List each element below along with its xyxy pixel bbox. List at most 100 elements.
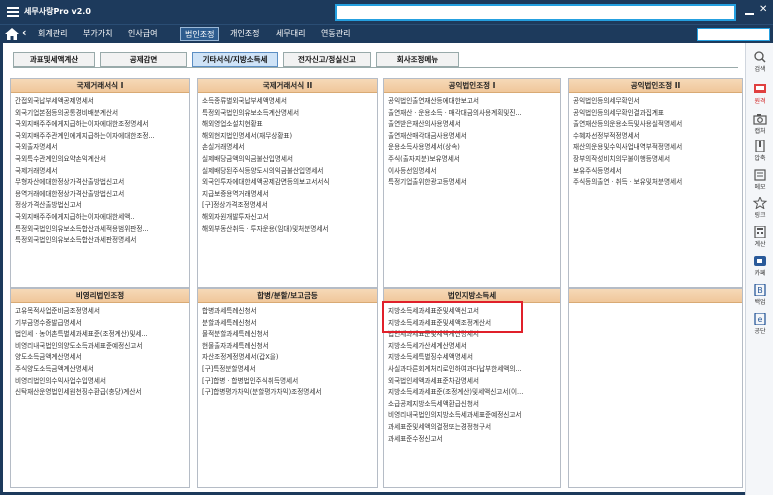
form-link[interactable]: 공익법인출연재산등에대한보고서: [388, 96, 556, 108]
sidebar-search[interactable]: 검색: [746, 51, 773, 73]
menu-item-payroll[interactable]: 인사급여: [124, 27, 161, 41]
form-link[interactable]: 양도소득금액계산명세서: [15, 352, 185, 364]
menu-item-personal-adjust[interactable]: 개인조정: [226, 27, 263, 41]
form-link[interactable]: 주식양도소득금액계산명세서: [15, 364, 185, 376]
form-link[interactable]: 특정외국법인의유보소득합산과세판정명세서: [15, 235, 185, 247]
form-link[interactable]: 외국기업본점등의공통경비배분계산서: [15, 108, 185, 120]
form-link[interactable]: 국외지배주주관계인에게지급하는이자에대한조정...: [15, 131, 185, 143]
menu-item-accounting[interactable]: 회계관리: [34, 27, 71, 41]
menu-item-tax-agent[interactable]: 세무대리: [272, 27, 309, 41]
form-link[interactable]: 출연재산ㆍ운용소득ㆍ매각대금의사용계획및진...: [388, 108, 556, 120]
form-link[interactable]: [구]합병평가차익(분할평가차익)조정명세서: [202, 387, 373, 399]
form-link[interactable]: 출연재산매각대금사용명세서: [388, 131, 556, 143]
form-link[interactable]: 간접외국납부세액공제명세서: [15, 96, 185, 108]
sidebar-calculator[interactable]: 계산: [746, 226, 773, 248]
form-link[interactable]: 지방소득세특별징수세액명세서: [388, 352, 556, 364]
form-link[interactable]: 합병과세특례신청서: [202, 306, 373, 318]
menu-item-vat[interactable]: 부가가치: [79, 27, 116, 41]
sidebar-capture[interactable]: 캡처: [746, 113, 773, 135]
back-arrow-icon[interactable]: ‹: [22, 26, 27, 39]
form-link[interactable]: 현물출자과세특례신청서: [202, 341, 373, 353]
sidebar-remote[interactable]: 원격: [746, 83, 773, 105]
panel-merger: 합병/분할/보고금등 합병과세특례신청서 분할과세특례신청서 물적분할과세특례신청서…: [197, 288, 378, 488]
form-link[interactable]: 공익법인등의세무확인서: [573, 96, 738, 108]
form-link[interactable]: 비영리법인의수익사업수입명세서: [15, 376, 185, 388]
form-link[interactable]: 지방소득세가산세계산명세서: [388, 341, 556, 353]
form-link[interactable]: 비영리내국법인의양도소득과세표준예정신고서: [15, 341, 185, 353]
tab-e-filing[interactable]: 전자신고/정실신고: [283, 52, 371, 67]
form-link[interactable]: 외국인투자에대한세액공제감면등의보고서서식: [202, 177, 373, 189]
form-link[interactable]: 지급보증용역거래명세서: [202, 189, 373, 201]
sidebar-link[interactable]: 링크: [746, 197, 773, 219]
sidebar-zip[interactable]: 압축: [746, 140, 773, 162]
tab-tax-base[interactable]: 과표및세액계산: [13, 52, 95, 67]
sidebar-agency[interactable]: e 공단: [746, 313, 773, 335]
menu-item-integration[interactable]: 연동관리: [317, 27, 354, 41]
form-link[interactable]: 소득종류별외국납부세액명세서: [202, 96, 373, 108]
form-link[interactable]: 분할과세특례신청서: [202, 318, 373, 330]
form-link[interactable]: 해외현지법인명세서(재무상황표): [202, 131, 373, 143]
form-link[interactable]: 특정외국법인의유보소득계산명세서: [202, 108, 373, 120]
form-link[interactable]: 과세표준수정신고서: [388, 434, 556, 446]
form-link[interactable]: 사실과다른회계처리로인하여과다납부한세액의...: [388, 364, 556, 376]
sidebar-cafe[interactable]: 카페: [746, 255, 773, 277]
form-link[interactable]: 국외특수관계인의요약손익계산서: [15, 154, 185, 166]
form-link[interactable]: 법인세ㆍ농어촌특별세과세표준(조정계산)및세...: [15, 329, 185, 341]
sidebar-memo[interactable]: 메모: [746, 169, 773, 191]
form-link[interactable]: 출연재산등의운용소득및사용실적명세서: [573, 119, 738, 131]
form-link[interactable]: 기부금명수증발급명세서: [15, 318, 185, 330]
form-link[interactable]: 과세표준및세액의결정또는경정청구서: [388, 422, 556, 434]
form-link[interactable]: 주식(출자지분)보유명세서: [388, 154, 556, 166]
form-link[interactable]: 손실거래명세서: [202, 142, 373, 154]
form-link[interactable]: 실제배당된주식등양도시의익금불산입명세서: [202, 166, 373, 178]
panel-item-list: 공익법인등의세무확인서 공익법인등의세무확인결과집계표 출연재산등의운용소득및사용실…: [569, 93, 742, 192]
tab-other-forms[interactable]: 기타서식/지방소득세: [192, 52, 278, 67]
form-link[interactable]: 수혜자선정부적정명세서: [573, 131, 738, 143]
form-link[interactable]: 자산조정계정명세서(갑X을): [202, 352, 373, 364]
form-link[interactable]: 국외지배주주에게지급하는이자에대한세액..: [15, 212, 185, 224]
form-link[interactable]: 국외출자명세서: [15, 142, 185, 154]
form-link[interactable]: 장부의작성비치의무불이행등명세서: [573, 154, 738, 166]
form-link[interactable]: 지방소득세과세표준(조정계산)및세액신고서(이...: [388, 387, 556, 399]
home-icon[interactable]: [5, 28, 19, 40]
form-link[interactable]: 고유목적사업준비금조정명세서: [15, 306, 185, 318]
menu-item-corporate-adjust[interactable]: 법인조정: [180, 27, 220, 41]
tab-company-menu[interactable]: 회사조정메뉴: [376, 52, 459, 67]
form-link[interactable]: 국외지배주주에게지급하는이자에대한조정명세서: [15, 119, 185, 131]
calculator-icon: [754, 226, 766, 238]
form-link[interactable]: 해외자원개발투자신고서: [202, 212, 373, 224]
form-link[interactable]: 실제배당금액의익금불산입명세서: [202, 154, 373, 166]
form-link[interactable]: 신탁재산운영법인세원천징수환급(충당)계산서: [15, 387, 185, 399]
form-link[interactable]: 이사등선임명세서: [388, 166, 556, 178]
cafe-icon: [754, 256, 766, 266]
form-link[interactable]: 외국법인세액과세표준차감명세서: [388, 376, 556, 388]
form-link[interactable]: 출연받은재산의사용명세서: [388, 119, 556, 131]
form-link[interactable]: 운용소득사용명세서(상속): [388, 142, 556, 154]
minimize-icon[interactable]: [745, 6, 754, 15]
form-link[interactable]: 소급공제지방소득세액환급신청서: [388, 399, 556, 411]
menu-search-input[interactable]: [697, 28, 770, 41]
form-link[interactable]: 재산의운용및수익사업내역부적정명세서: [573, 142, 738, 154]
form-link[interactable]: 용역거래에대한정상가격산출방법신고서: [15, 189, 185, 201]
form-link[interactable]: [구]정상가격조정명세서: [202, 200, 373, 212]
form-link[interactable]: 특정기업출위한광고등명세서: [388, 177, 556, 189]
form-link[interactable]: 주식등의출연ㆍ취득ㆍ보유및처분명세서: [573, 177, 738, 189]
form-link[interactable]: [구]특정분할명세서: [202, 364, 373, 376]
close-icon[interactable]: ✕: [759, 4, 767, 15]
global-search-input[interactable]: [335, 4, 736, 21]
hamburger-menu-icon[interactable]: [7, 7, 19, 17]
tab-deduction[interactable]: 공제감면: [100, 52, 187, 67]
form-link[interactable]: [구]합병ㆍ합병법인주식취득명세서: [202, 376, 373, 388]
form-link[interactable]: 정상가격산출방법신고서: [15, 200, 185, 212]
form-link[interactable]: 무형자산에대한정상가격산출방법신고서: [15, 177, 185, 189]
form-link[interactable]: 해외영업소설치현황표: [202, 119, 373, 131]
form-link[interactable]: 해외부동산취득ㆍ투자운용(임대)및처분명세서: [202, 224, 373, 236]
form-link[interactable]: 보유주식등명세서: [573, 166, 738, 178]
title-bar: 세무사랑Pro v2.0 ✕: [0, 0, 773, 24]
form-link[interactable]: 특정외국법인의유보소득합산과세적용범위판정...: [15, 224, 185, 236]
form-link[interactable]: 국제거래명세서: [15, 166, 185, 178]
form-link[interactable]: 비영리내국법인의지방소득세과세표준예정신고서: [388, 410, 556, 422]
sidebar-backup[interactable]: B 백업: [746, 284, 773, 306]
form-link[interactable]: 공익법인등의세무확인결과집계표: [573, 108, 738, 120]
form-link[interactable]: 물적분할과세특례신청서: [202, 329, 373, 341]
